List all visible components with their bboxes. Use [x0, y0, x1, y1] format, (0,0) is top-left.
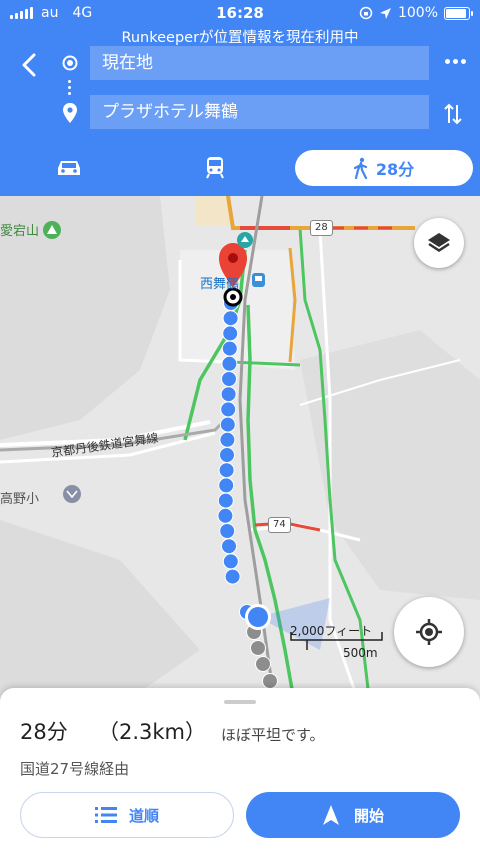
route-shield-74: 74 — [268, 517, 291, 533]
navigation-arrow-icon — [322, 805, 339, 825]
layers-button[interactable] — [414, 218, 464, 268]
route-dot — [220, 401, 237, 418]
car-icon[interactable] — [54, 155, 84, 179]
layers-icon — [428, 233, 450, 252]
location-arrow-icon — [379, 7, 391, 19]
route-dot — [219, 447, 235, 463]
route-dot — [224, 568, 241, 585]
route-shield-28: 28 — [310, 220, 333, 236]
swap-icon[interactable] — [442, 101, 464, 127]
route-dot — [219, 416, 236, 433]
route-dot — [217, 507, 234, 524]
battery-icon — [444, 6, 473, 20]
origin-circle-icon — [62, 55, 78, 71]
terrain-note: ほぼ平坦です。 — [221, 726, 325, 744]
walking-icon — [353, 157, 367, 179]
scale-imperial: 2,000フィート — [290, 624, 373, 638]
route-dot — [222, 310, 239, 327]
route-duration: 28分 — [20, 720, 68, 744]
route-dot — [219, 431, 236, 448]
train-icon[interactable] — [200, 155, 230, 179]
steps-label: 道順 — [128, 806, 159, 825]
route-dot — [222, 325, 239, 342]
destination-input[interactable]: プラザホテル舞鶴 — [90, 95, 429, 129]
destination-marker-center — [230, 294, 236, 300]
route-dot — [221, 340, 238, 357]
sheet-handle[interactable] — [224, 700, 256, 704]
status-bar: au 4G 16:28 100% — [0, 0, 480, 28]
route-via: 国道27号線経由 — [20, 760, 130, 778]
my-location-button[interactable] — [394, 597, 464, 667]
route-distance: （2.3km） — [98, 720, 207, 744]
rotation-lock-icon — [359, 6, 373, 20]
route-dot — [221, 538, 237, 555]
battery-percent: 100% — [397, 5, 438, 21]
map-label-mountain: 愛宕山 — [0, 224, 40, 239]
route-dot — [221, 371, 237, 387]
route-dot — [262, 673, 278, 689]
origin-input[interactable]: 現在地 — [90, 46, 429, 80]
start-label: 開始 — [353, 806, 384, 825]
start-button[interactable]: 開始 — [246, 792, 460, 838]
walking-time: 28分 — [375, 160, 415, 179]
map-label-station: 西舞鶴 — [200, 277, 240, 292]
map-label-school: 高野小 — [0, 492, 40, 507]
current-location-dot — [248, 607, 268, 627]
route-dot — [220, 386, 237, 403]
school-icon[interactable] — [63, 485, 81, 503]
back-arrow-icon[interactable] — [16, 51, 44, 79]
route-dot — [250, 640, 266, 656]
route-dot — [218, 477, 235, 494]
more-options-icon[interactable] — [445, 59, 466, 64]
route-dot — [222, 553, 239, 570]
route-dot — [221, 355, 238, 372]
route-dot — [217, 492, 234, 509]
destination-pin-dot — [228, 253, 238, 263]
route-dot — [255, 656, 271, 672]
directions-header: 現在地 プラザホテル舞鶴 28分 — [0, 46, 480, 196]
route-dot — [219, 523, 236, 539]
route-dot — [218, 462, 235, 479]
crosshair-icon — [416, 619, 442, 645]
steps-button[interactable]: 道順 — [20, 792, 234, 838]
route-dots — [68, 77, 72, 98]
scale-metric: 500m — [343, 646, 378, 660]
route-summary-sheet[interactable]: 28分 （2.3km） ほぼ平坦です。 国道27号線経由 道順 開始 — [0, 688, 480, 854]
list-icon — [94, 807, 117, 823]
walking-mode-tab[interactable]: 28分 — [295, 150, 473, 186]
destination-pin-icon — [63, 103, 77, 123]
